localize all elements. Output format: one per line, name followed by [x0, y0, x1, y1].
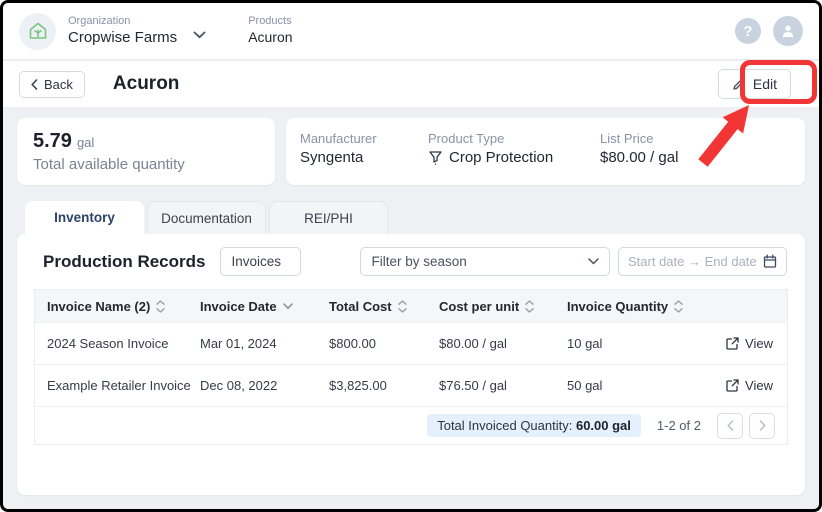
- person-icon: [782, 25, 794, 37]
- product-type-field: Product Type Crop Protection: [428, 130, 600, 173]
- product-details-card: Manufacturer Syngenta Product Type Crop …: [286, 118, 805, 185]
- sort-icon: [674, 299, 683, 313]
- tab-documentation[interactable]: Documentation: [147, 201, 266, 234]
- top-bar: Organization Cropwise Farms Products Acu…: [3, 3, 819, 60]
- breadcrumb-current: Acuron: [248, 29, 293, 46]
- avatar[interactable]: [773, 16, 803, 46]
- org-switcher[interactable]: Organization Cropwise Farms: [68, 15, 177, 48]
- pencil-icon: [733, 78, 745, 90]
- cell-invoice-date: Dec 08, 2022: [200, 378, 278, 393]
- cell-invoice-date: Mar 01, 2024: [200, 336, 277, 351]
- sort-icon: [525, 299, 534, 313]
- summary-cards: 5.79 gal Total available quantity Manufa…: [17, 118, 805, 185]
- table-row: 2024 Season Invoice Mar 01, 2024 $800.00…: [35, 322, 787, 364]
- cell-cost-per-unit: $76.50 / gal: [439, 378, 507, 393]
- org-label: Organization: [68, 14, 131, 27]
- quantity-caption: Total available quantity: [33, 156, 185, 173]
- org-name: Cropwise Farms: [68, 28, 178, 46]
- cell-invoice-quantity: 50 gal: [567, 378, 603, 393]
- tab-bar: Inventory Documentation REI/PHI: [25, 201, 388, 234]
- back-label: Back: [44, 76, 73, 92]
- help-button[interactable]: ?: [735, 18, 761, 44]
- date-range-input[interactable]: [628, 254, 757, 269]
- sort-icon: [397, 299, 407, 313]
- tab-rei-phi[interactable]: REI/PHI: [269, 201, 388, 234]
- record-type-select[interactable]: Invoices: [220, 247, 302, 276]
- edit-button[interactable]: Edit: [717, 69, 791, 99]
- list-price-label: List Price: [600, 131, 654, 146]
- pagination-range: 1-2 of 2: [656, 418, 701, 433]
- season-filter-placeholder: Filter by season: [371, 254, 467, 269]
- manufacturer-field: Manufacturer Syngenta: [300, 130, 428, 173]
- chevron-down-icon: [588, 258, 600, 265]
- record-type-value: Invoices: [231, 254, 281, 269]
- cell-total-cost: $3,825.00: [329, 378, 387, 393]
- external-link-icon: [726, 337, 739, 350]
- table-footer: Total Invoiced Quantity: 60.00 gal 1-2 o…: [35, 406, 787, 444]
- chevron-left-icon: [31, 78, 38, 90]
- date-range-field: [618, 247, 787, 276]
- edit-label: Edit: [752, 76, 777, 92]
- cell-cost-per-unit: $80.00 / gal: [439, 336, 507, 351]
- chevron-down-icon[interactable]: [193, 31, 206, 39]
- column-header-invoice-date[interactable]: Invoice Date: [200, 299, 329, 314]
- table-row: Example Retailer Invoice Dec 08, 2022 $3…: [35, 364, 787, 406]
- product-type-label: Product Type: [428, 131, 505, 146]
- records-toolbar: Production Records Invoices Filter by se…: [17, 234, 805, 287]
- product-type-value: Crop Protection: [449, 148, 554, 166]
- calendar-icon[interactable]: [763, 254, 777, 269]
- chevron-left-icon: [726, 420, 733, 431]
- title-bar: Back Acuron Edit: [3, 61, 819, 107]
- column-header-invoice-name[interactable]: Invoice Name (2): [35, 299, 200, 314]
- sort-desc-icon: [282, 302, 293, 309]
- column-header-invoice-quantity[interactable]: Invoice Quantity: [567, 299, 717, 314]
- cell-total-cost: $800.00: [329, 336, 376, 351]
- column-header-total-cost[interactable]: Total Cost: [329, 299, 439, 314]
- list-price-value: $80.00 / gal: [600, 148, 679, 166]
- external-link-icon: [726, 379, 739, 392]
- tab-inventory[interactable]: Inventory: [25, 201, 144, 234]
- total-invoiced-value: 60.00 gal: [575, 418, 631, 433]
- page-title: Acuron: [112, 73, 180, 94]
- column-header-cost-per-unit[interactable]: Cost per unit: [439, 299, 567, 314]
- cropwise-logo-icon: [19, 12, 56, 50]
- question-mark-icon: ?: [743, 22, 753, 40]
- invoices-table: Invoice Name (2) Invoice Date Total Cost…: [34, 289, 788, 445]
- breadcrumb-section: Products: [248, 15, 292, 28]
- quantity-value: 5.79: [33, 130, 72, 152]
- total-invoiced-badge: Total Invoiced Quantity: 60.00 gal: [427, 414, 641, 437]
- cell-invoice-name: 2024 Season Invoice: [47, 336, 169, 351]
- list-price-field: List Price $80.00 / gal: [600, 130, 678, 173]
- season-filter-select[interactable]: Filter by season: [360, 247, 611, 276]
- next-page-button[interactable]: [749, 412, 775, 439]
- funnel-icon: [429, 151, 442, 165]
- cell-invoice-quantity: 10 gal: [567, 336, 603, 351]
- back-button[interactable]: Back: [19, 70, 85, 98]
- view-invoice-link[interactable]: View: [726, 336, 773, 351]
- previous-page-button[interactable]: [717, 412, 743, 439]
- quantity-unit: gal: [76, 135, 95, 150]
- app-window: Organization Cropwise Farms Products Acu…: [0, 0, 822, 512]
- manufacturer-value: Syngenta: [300, 148, 364, 166]
- breadcrumb: Products Acuron: [248, 15, 292, 46]
- inventory-panel: Production Records Invoices Filter by se…: [17, 234, 805, 495]
- pagination: [717, 412, 775, 439]
- manufacturer-label: Manufacturer: [300, 131, 377, 146]
- chevron-right-icon: [759, 420, 766, 431]
- available-quantity-card: 5.79 gal Total available quantity: [17, 118, 275, 185]
- sort-icon: [156, 299, 166, 313]
- cell-invoice-name: Example Retailer Invoice: [47, 378, 191, 393]
- table-header-row: Invoice Name (2) Invoice Date Total Cost…: [35, 289, 787, 322]
- section-heading: Production Records: [43, 251, 206, 271]
- view-invoice-link[interactable]: View: [726, 378, 773, 393]
